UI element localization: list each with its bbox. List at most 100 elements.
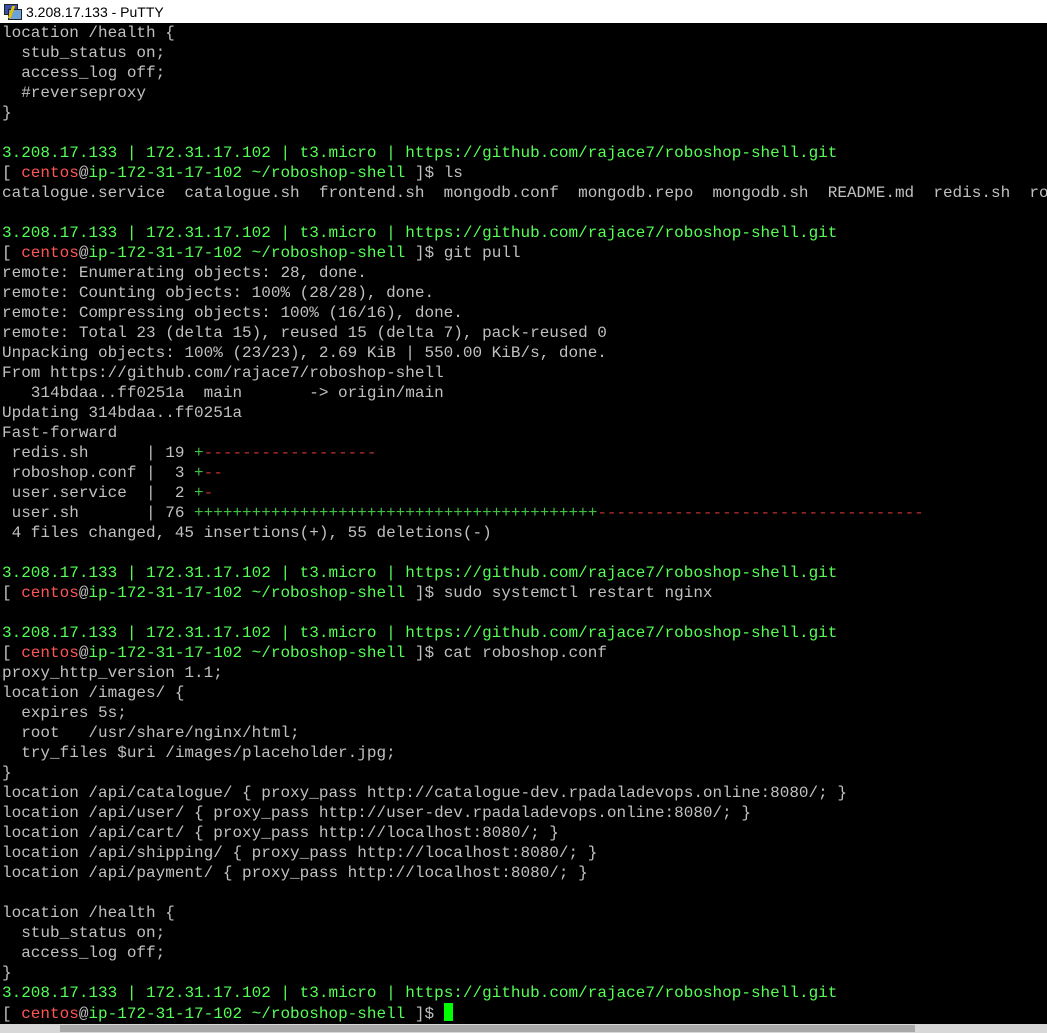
instance-type: t3.micro [299,624,377,642]
prompt-at: @ [78,1005,89,1023]
output-text: From https://github.com/rajace7/roboshop… [2,364,444,382]
diff-count: | 19 [146,444,195,462]
diff-deletions: ---------------------------------- [597,504,924,522]
output-line: remote: Counting objects: 100% (28/28), … [2,283,1047,303]
info-line: 3.208.17.133 | 172.31.17.102 | t3.micro … [2,143,1047,163]
private-ip: 172.31.17.102 [146,564,271,582]
output-line: } [2,763,1047,783]
diffstat-line: roboshop.conf | 3 +-- [2,463,1047,483]
repo-url: https://github.com/rajace7/roboshop-shel… [405,984,838,1002]
output-line: location /health { [2,903,1047,923]
output-text: access_log off; [2,64,166,82]
prompt-bracket: ]$ [405,244,444,262]
prompt-at: @ [78,164,89,182]
output-text: access_log off; [2,944,166,962]
output-line: location /health { [2,23,1047,43]
command-text: ls [443,164,463,182]
prompt-bracket: [ [2,244,22,262]
diff-insertions: + [194,484,204,502]
prompt-line: [ centos@ip-172-31-17-102 ~/roboshop-she… [2,583,1047,603]
info-line: 3.208.17.133 | 172.31.17.102 | t3.micro … [2,623,1047,643]
scrollbar-thumb[interactable] [60,1025,915,1032]
diff-count: | 3 [146,464,195,482]
prompt-at: @ [78,584,89,602]
separator: | [376,564,406,582]
diff-file: user.service [2,484,147,502]
output-text: } [2,764,12,782]
output-line: stub_status on; [2,43,1047,63]
private-ip: 172.31.17.102 [146,624,271,642]
horizontal-scrollbar[interactable] [0,1024,1047,1033]
output-text: location /api/payment/ { proxy_pass http… [2,864,588,882]
prompt-path: ~/roboshop-shell [242,584,406,602]
output-line: From https://github.com/rajace7/roboshop… [2,363,1047,383]
private-ip: 172.31.17.102 [146,224,271,242]
separator: | [376,144,406,162]
output-line: location /api/shipping/ { proxy_pass htt… [2,843,1047,863]
prompt-at: @ [78,644,89,662]
prompt-path: ~/roboshop-shell [242,164,406,182]
separator: | [117,564,147,582]
info-line: 3.208.17.133 | 172.31.17.102 | t3.micro … [2,223,1047,243]
output-text: stub_status on; [2,44,166,62]
output-text: 4 files changed, 45 insertions(+), 55 de… [2,524,492,542]
text-cursor[interactable] [443,1003,453,1021]
repo-url: https://github.com/rajace7/roboshop-shel… [405,624,838,642]
output-line: location /api/payment/ { proxy_pass http… [2,863,1047,883]
output-line: } [2,963,1047,983]
output-line: } [2,103,1047,123]
title-bar[interactable]: 3.208.17.133 - PuTTY [0,0,1047,23]
terminal-output[interactable]: location /health { stub_status on; acces… [0,23,1047,1023]
prompt-at: @ [78,244,89,262]
public-ip: 3.208.17.133 [2,224,118,242]
prompt-bracket: [ [2,164,22,182]
output-line: 4 files changed, 45 insertions(+), 55 de… [2,523,1047,543]
repo-url: https://github.com/rajace7/roboshop-shel… [405,144,838,162]
output-text: } [2,104,12,122]
output-text: remote: Counting objects: 100% (28/28), … [2,284,435,302]
prompt-bracket: ]$ [405,164,444,182]
prompt-host: ip-172-31-17-102 [88,164,243,182]
public-ip: 3.208.17.133 [2,624,118,642]
diff-count: | 76 [146,504,195,522]
output-line: root /usr/share/nginx/html; [2,723,1047,743]
output-line: location /api/catalogue/ { proxy_pass ht… [2,783,1047,803]
prompt-host: ip-172-31-17-102 [88,1005,243,1023]
prompt-path: ~/roboshop-shell [242,1005,406,1023]
separator: | [270,564,300,582]
prompt-path: ~/roboshop-shell [242,644,406,662]
separator: | [117,624,147,642]
prompt-line: [ centos@ip-172-31-17-102 ~/roboshop-she… [2,243,1047,263]
separator: | [270,224,300,242]
public-ip: 3.208.17.133 [2,564,118,582]
prompt-user: centos [21,584,79,602]
prompt-bracket: [ [2,1005,22,1023]
diff-insertions: + [194,444,204,462]
public-ip: 3.208.17.133 [2,984,118,1002]
output-text: Updating 314bdaa..ff0251a [2,404,243,422]
diff-deletions: ------------------ [203,444,377,462]
output-text: proxy_http_version 1.1; [2,664,223,682]
output-line: Fast-forward [2,423,1047,443]
prompt-bracket: [ [2,584,22,602]
prompt-user: centos [21,244,79,262]
private-ip: 172.31.17.102 [146,144,271,162]
output-line: access_log off; [2,943,1047,963]
output-text: remote: Total 23 (delta 15), reused 15 (… [2,324,607,342]
putty-icon[interactable] [3,3,22,21]
diffstat-line: user.service | 2 +- [2,483,1047,503]
prompt-host: ip-172-31-17-102 [88,584,243,602]
command-text: cat roboshop.conf [443,644,607,662]
repo-url: https://github.com/rajace7/roboshop-shel… [405,224,838,242]
separator: | [376,624,406,642]
output-line: try_files $uri /images/placeholder.jpg; [2,743,1047,763]
output-line: access_log off; [2,63,1047,83]
prompt-bracket: ]$ [405,1005,444,1023]
output-line: 314bdaa..ff0251a main -> origin/main [2,383,1047,403]
diff-file: redis.sh [2,444,147,462]
